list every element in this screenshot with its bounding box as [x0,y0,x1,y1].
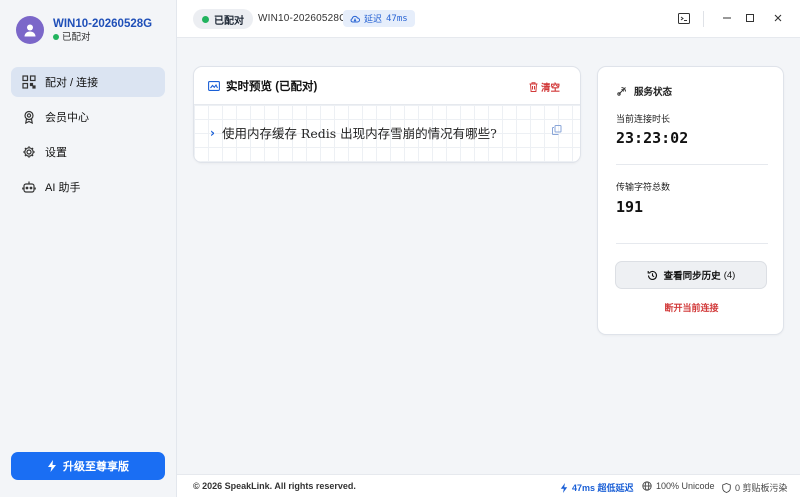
lightning-icon [48,460,56,472]
robot-icon [22,181,36,193]
sidebar-item-label: 配对 / 连接 [45,77,99,89]
upgrade-label: 升级至尊享版 [63,461,129,473]
history-count: (4) [723,269,736,281]
chevron-right-icon: › [210,125,215,140]
latency-label: 延迟 [364,14,383,24]
duration-label: 当前连接时长 [616,114,671,124]
profile: WIN10-20260528G 已配对 [16,16,152,44]
globe-icon [642,481,652,491]
top-bar: 已配对 WIN10-20260528G 延迟 47ms [177,0,800,38]
disconnect-link[interactable]: 断开当前连接 [598,301,785,314]
sidebar-item-pairing[interactable]: 配对 / 连接 [11,67,165,97]
live-preview-card: 实时预览 (已配对) 清空 › 使用内存缓存 Redis 出现内存雪崩的情况有哪… [193,66,581,163]
sidebar-nav: 配对 / 连接 会员中心 设置 AI 助手 [11,67,165,207]
footer-unicode: 100% Unicode [642,481,715,491]
window-controls-divider [703,11,704,27]
chars-value: 191 [616,198,644,216]
preview-header: 实时预览 (已配对) 清空 [194,67,580,105]
close-icon[interactable] [771,11,785,25]
view-history-button[interactable]: 查看同步历史 (4) [615,261,767,289]
shield-icon [722,482,731,493]
cloud-sync-icon [350,15,360,22]
trash-icon [529,82,538,92]
minimize-icon[interactable] [720,11,734,25]
service-status-panel: 服务状态 当前连接时长 23:23:02 传输字符总数 191 查看同步历史 (… [597,66,784,335]
divider [616,243,768,244]
signal-icon [617,86,626,96]
pair-status-text: 已配对 [214,15,244,27]
preview-line: › 使用内存缓存 Redis 出现内存雪崩的情况有哪些? [210,123,497,142]
sidebar-item-label: 设置 [45,147,67,159]
latency-badge: 延迟 47ms [343,10,415,27]
history-icon [647,270,657,280]
footer-clipboard-text: 0 剪贴板污染 [735,483,788,493]
maximize-icon[interactable] [743,11,757,25]
sidebar-item-settings[interactable]: 设置 [11,137,165,167]
terminal-icon[interactable] [677,11,691,25]
pair-status-badge: 已配对 [193,9,253,29]
divider [616,164,768,165]
profile-status-text: 已配对 [62,31,91,43]
clear-button[interactable]: 清空 [529,80,560,94]
footer: © 2026 SpeakLink. All rights reserved. 4… [177,474,800,497]
status-title: 服务状态 [634,87,673,98]
copy-icon[interactable] [552,125,562,135]
footer-unicode-text: 100% Unicode [656,481,715,491]
footer-clipboard: 0 剪贴板污染 [722,481,788,494]
lightning-icon [560,482,568,493]
chars-label: 传输字符总数 [616,182,671,192]
preview-text: 使用内存缓存 Redis 出现内存雪崩的情况有哪些? [221,126,497,141]
duration-value: 23:23:02 [616,129,689,147]
footer-latency-text: 47ms 超低延迟 [572,483,634,493]
profile-name: WIN10-20260528G [53,17,153,30]
footer-latency: 47ms 超低延迟 [560,481,634,494]
history-label: 查看同步历史 [663,271,721,282]
clear-label: 清空 [540,83,560,94]
sidebar-item-label: 会员中心 [45,112,89,124]
sidebar: WIN10-20260528G 已配对 配对 / 连接 会员中心 设置 AI 助… [0,0,177,497]
status-dot [202,15,209,23]
avatar [16,16,44,44]
badge-icon [24,110,34,124]
sidebar-item-ai-assistant[interactable]: AI 助手 [11,172,165,202]
latency-value: 47ms [386,13,408,24]
device-id: WIN10-20260528G [258,13,348,24]
sidebar-item-membership[interactable]: 会员中心 [11,102,165,132]
preview-body: › 使用内存缓存 Redis 出现内存雪崩的情况有哪些? [194,105,580,162]
profile-status: 已配对 [53,31,152,44]
preview-title: 实时预览 (已配对) [226,80,318,93]
preview-window-icon [208,80,220,91]
qr-code-icon [22,75,36,89]
sidebar-item-label: AI 助手 [45,182,81,194]
user-icon [24,24,36,37]
status-header: 服务状态 [616,84,672,98]
gear-icon [23,146,35,158]
status-dot [53,34,59,40]
copyright: © 2026 SpeakLink. All rights reserved. [193,481,356,491]
upgrade-button[interactable]: 升级至尊享版 [11,452,165,480]
